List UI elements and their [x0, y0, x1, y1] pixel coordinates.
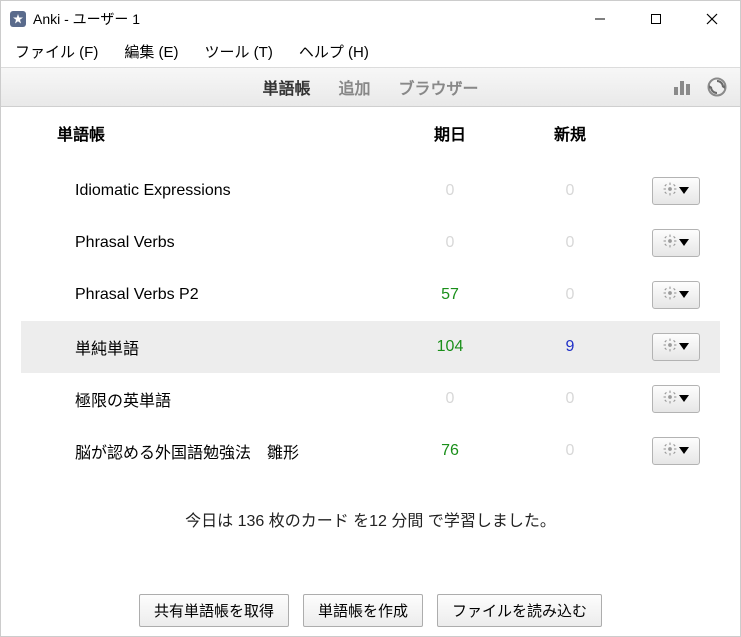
titlebar: Anki - ユーザー 1 — [1, 1, 740, 37]
deck-options-button[interactable] — [652, 385, 700, 413]
deck-name[interactable]: 単純単語 — [41, 335, 390, 359]
chevron-down-icon — [679, 442, 689, 460]
deck-options-button[interactable] — [652, 229, 700, 257]
window-title: Anki - ユーザー 1 — [33, 9, 140, 29]
close-button[interactable] — [684, 1, 740, 37]
deck-new-count: 0 — [510, 182, 630, 200]
chevron-down-icon — [679, 234, 689, 252]
deck-name[interactable]: Phrasal Verbs P2 — [41, 286, 390, 304]
tab-decks[interactable]: 単語帳 — [262, 75, 310, 99]
chevron-down-icon — [679, 182, 689, 200]
gear-icon — [663, 182, 677, 201]
header-deck: 単語帳 — [41, 121, 390, 145]
deck-name[interactable]: Idiomatic Expressions — [41, 182, 390, 200]
gear-icon — [663, 442, 677, 461]
gear-icon — [663, 234, 677, 253]
deck-due-count: 0 — [390, 182, 510, 200]
deck-row[interactable]: 脳が認める外国語勉強法 雛形760 — [21, 425, 720, 477]
menu-file[interactable]: ファイル (F) — [5, 37, 108, 66]
sync-icon[interactable] — [706, 76, 728, 98]
menu-help[interactable]: ヘルプ (H) — [289, 37, 379, 66]
deck-new-count: 0 — [510, 442, 630, 460]
deck-new-count: 9 — [510, 338, 630, 356]
deck-options-button[interactable] — [652, 281, 700, 309]
deck-table-header: 単語帳 期日 新規 — [21, 111, 720, 165]
deck-due-count: 0 — [390, 234, 510, 252]
study-summary: 今日は 136 枚のカード を12 分間 で学習しました。 — [21, 477, 720, 541]
deck-row[interactable]: Phrasal Verbs00 — [21, 217, 720, 269]
minimize-button[interactable] — [572, 1, 628, 37]
toolbar: 単語帳 追加 ブラウザー — [1, 67, 740, 107]
header-due: 期日 — [390, 121, 510, 145]
app-icon — [9, 10, 27, 28]
deck-new-count: 0 — [510, 390, 630, 408]
deck-due-count: 76 — [390, 442, 510, 460]
gear-icon — [663, 390, 677, 409]
deck-list: Idiomatic Expressions00 Phrasal Verbs00 … — [21, 165, 720, 477]
deck-due-count: 57 — [390, 286, 510, 304]
deck-name[interactable]: 脳が認める外国語勉強法 雛形 — [41, 439, 390, 463]
gear-icon — [663, 286, 677, 305]
deck-new-count: 0 — [510, 286, 630, 304]
deck-row[interactable]: Phrasal Verbs P2570 — [21, 269, 720, 321]
import-file-button[interactable]: ファイルを読み込む — [437, 594, 602, 627]
deck-new-count: 0 — [510, 234, 630, 252]
deck-options-button[interactable] — [652, 177, 700, 205]
gear-icon — [663, 338, 677, 357]
header-new: 新規 — [510, 121, 630, 145]
chevron-down-icon — [679, 338, 689, 356]
stats-icon[interactable] — [672, 76, 694, 98]
menu-edit[interactable]: 編集 (E) — [114, 37, 188, 66]
main-content: 単語帳 期日 新規 Idiomatic Expressions00 Phrasa… — [1, 107, 740, 541]
create-deck-button[interactable]: 単語帳を作成 — [303, 594, 423, 627]
tab-browser[interactable]: ブラウザー — [399, 75, 479, 99]
maximize-button[interactable] — [628, 1, 684, 37]
chevron-down-icon — [679, 286, 689, 304]
deck-row[interactable]: 極限の英単語00 — [21, 373, 720, 425]
chevron-down-icon — [679, 390, 689, 408]
deck-name[interactable]: Phrasal Verbs — [41, 234, 390, 252]
deck-options-button[interactable] — [652, 333, 700, 361]
deck-row[interactable]: 単純単語1049 — [21, 321, 720, 373]
deck-options-button[interactable] — [652, 437, 700, 465]
menubar: ファイル (F) 編集 (E) ツール (T) ヘルプ (H) — [1, 37, 740, 67]
bottom-bar: 共有単語帳を取得 単語帳を作成 ファイルを読み込む — [0, 594, 741, 627]
deck-row[interactable]: Idiomatic Expressions00 — [21, 165, 720, 217]
tab-add[interactable]: 追加 — [338, 75, 370, 99]
deck-name[interactable]: 極限の英単語 — [41, 387, 390, 411]
window-controls — [572, 1, 740, 37]
get-shared-button[interactable]: 共有単語帳を取得 — [139, 594, 289, 627]
menu-tools[interactable]: ツール (T) — [195, 37, 283, 66]
deck-due-count: 0 — [390, 390, 510, 408]
deck-due-count: 104 — [390, 338, 510, 356]
